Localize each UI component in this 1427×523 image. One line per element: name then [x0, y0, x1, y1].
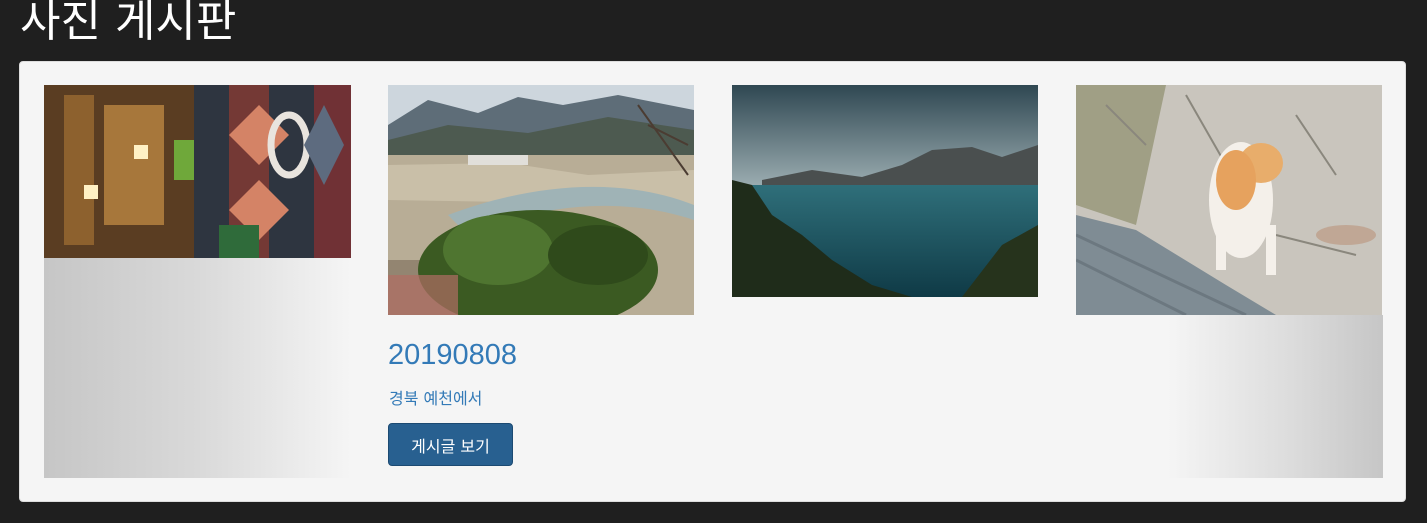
valley-river-landscape-photo — [388, 85, 694, 315]
sleeping-cat-on-wall-photo — [1076, 85, 1382, 315]
view-post-button[interactable]: 게시글 보기 — [388, 423, 513, 466]
carousel-prev-control[interactable] — [44, 258, 351, 478]
gallery-item-4-image[interactable] — [1076, 85, 1382, 315]
gallery-item-1-image[interactable] — [44, 85, 351, 258]
post-title[interactable]: 20190808 — [388, 339, 517, 372]
gallery-panel: 20190808 경북 예천에서 게시글 보기 — [19, 61, 1406, 502]
page-title: 사진 게시판 — [20, 0, 237, 47]
carousel-next-control[interactable] — [1076, 315, 1383, 478]
gallery-item-2-image[interactable] — [388, 85, 694, 315]
post-description: 경북 예천에서 — [389, 389, 483, 408]
gallery-item-3-image[interactable] — [732, 85, 1038, 297]
lake-mountains-photo — [732, 85, 1038, 297]
cathedral-interior-photo — [44, 85, 351, 258]
